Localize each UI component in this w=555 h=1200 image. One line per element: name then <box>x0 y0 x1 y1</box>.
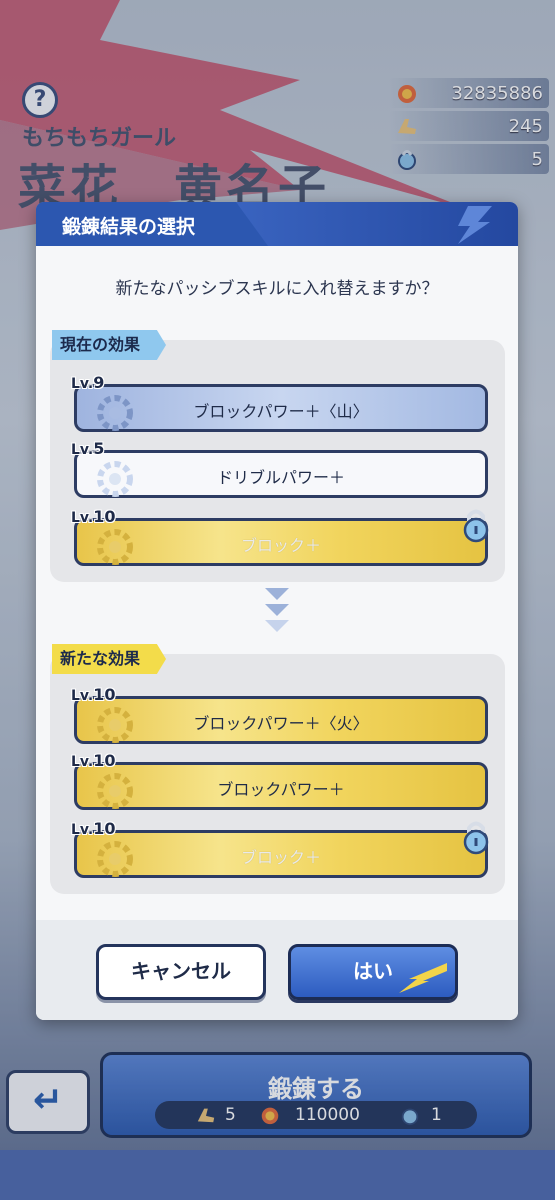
cancel-button[interactable]: キャンセル <box>96 944 266 1000</box>
skill-name: ドリブルパワー＋ <box>216 468 345 487</box>
current-skill-2: Lv.5 ドリブルパワー＋ <box>71 439 488 498</box>
skill-level: Lv.10 <box>71 751 116 770</box>
dialog-title: 鍛錬結果の選択 <box>62 216 196 238</box>
dialog-question: 新たなパッシブスキルに入れ替えますか？ <box>115 279 439 299</box>
skill-level: Lv.5 <box>71 439 105 458</box>
skill-name: ブロックパワー＋ <box>217 780 345 799</box>
yes-button-label: はい <box>353 959 393 983</box>
current-skill-3: Lv.10 ブロック＋ <box>71 507 489 566</box>
current-effects-label: 現在の効果 <box>52 330 167 360</box>
dialog-header: 鍛錬結果の選択 <box>36 202 518 246</box>
skill-level: Lv.9 <box>71 373 105 392</box>
skill-level: Lv.10 <box>71 685 116 704</box>
forge-result-dialog: 鍛錬結果の選択 新たなパッシブスキルに入れ替えますか？ 現在の効果 Lv.9 ブ… <box>36 202 518 1020</box>
new-skill-1: Lv.10 ブロックパワー＋〈火〉 <box>71 685 488 744</box>
yes-button[interactable]: はい <box>288 944 458 1000</box>
new-effects-label: 新たな効果 <box>52 644 167 674</box>
skill-level: Lv.10 <box>71 507 116 526</box>
skill-level: Lv.10 <box>71 819 116 838</box>
new-skill-3: Lv.10 ブロック＋ <box>71 819 489 878</box>
skill-name: ブロック＋ <box>240 536 321 555</box>
skill-name: ブロックパワー＋〈火〉 <box>193 714 369 733</box>
lightning-icon <box>399 963 447 993</box>
lightning-icon <box>458 206 492 244</box>
new-skill-2: Lv.10 ブロックパワー＋ <box>71 751 488 810</box>
skill-name: ブロックパワー＋〈山〉 <box>193 402 369 421</box>
lock-icon[interactable] <box>461 819 491 855</box>
arrow-down-icon <box>264 588 290 636</box>
current-skill-1: Lv.9 ブロックパワー＋〈山〉 <box>71 373 488 432</box>
skill-name: ブロック＋ <box>240 848 321 867</box>
lock-icon[interactable] <box>461 507 491 543</box>
